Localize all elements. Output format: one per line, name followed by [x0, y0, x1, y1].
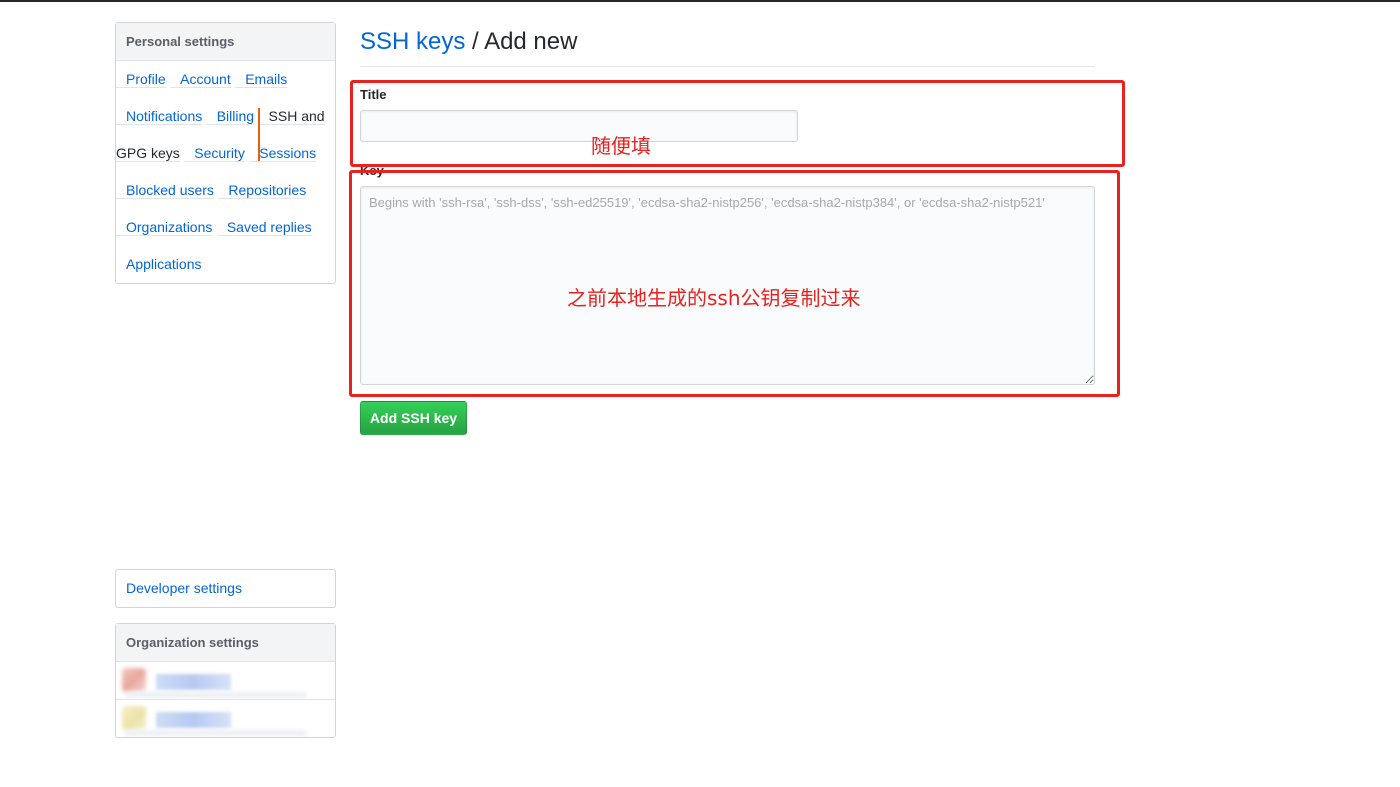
organization-settings-heading: Organization settings	[116, 624, 335, 662]
sidebar-item-profile[interactable]: Profile	[116, 71, 166, 88]
title-annotation-box	[350, 80, 1125, 167]
title-annotation-note: 随便填	[591, 134, 651, 158]
sidebar-item-developer-settings[interactable]: Developer settings	[116, 580, 242, 596]
sidebar-item-repositories[interactable]: Repositories	[218, 182, 307, 199]
sidebar-item-blocked-users[interactable]: Blocked users	[116, 182, 214, 199]
org-avatar	[122, 668, 146, 692]
redaction-strip	[126, 730, 306, 736]
redaction-strip	[126, 692, 306, 698]
org-avatar	[122, 706, 146, 730]
org-name-redacted	[156, 674, 231, 690]
add-ssh-key-button[interactable]: Add SSH key	[360, 401, 467, 435]
sidebar-item-security[interactable]: Security	[184, 145, 245, 162]
org-item[interactable]	[116, 700, 335, 737]
personal-settings-menu: Personal settings Profile Account Emails…	[115, 22, 336, 284]
breadcrumb-ssh-keys-link[interactable]: SSH keys	[360, 28, 465, 55]
sidebar-item-notifications[interactable]: Notifications	[116, 108, 203, 125]
sidebar-item-organizations[interactable]: Organizations	[116, 219, 213, 236]
developer-settings-menu: Developer settings	[115, 569, 336, 608]
sidebar-item-applications[interactable]: Applications	[116, 256, 202, 272]
sidebar-item-emails[interactable]: Emails	[235, 71, 288, 88]
page-title-text: Add new	[484, 28, 578, 55]
key-annotation-note: 之前本地生成的ssh公钥复制过来	[567, 286, 861, 310]
personal-settings-heading: Personal settings	[116, 23, 335, 61]
sidebar-item-sessions[interactable]: Sessions	[249, 145, 317, 162]
sidebar-item-account[interactable]: Account	[170, 71, 231, 88]
breadcrumb-separator: /	[465, 28, 485, 55]
org-item[interactable]	[116, 662, 335, 700]
organization-settings-menu: Organization settings	[115, 623, 336, 738]
page-header: SSH keys / Add new	[360, 22, 1095, 67]
page-title: SSH keys / Add new	[360, 22, 1095, 62]
sidebar-item-saved-replies[interactable]: Saved replies	[216, 219, 312, 236]
sidebar-item-billing[interactable]: Billing	[206, 108, 255, 125]
org-name-redacted	[156, 712, 231, 728]
top-border	[0, 0, 1400, 2]
